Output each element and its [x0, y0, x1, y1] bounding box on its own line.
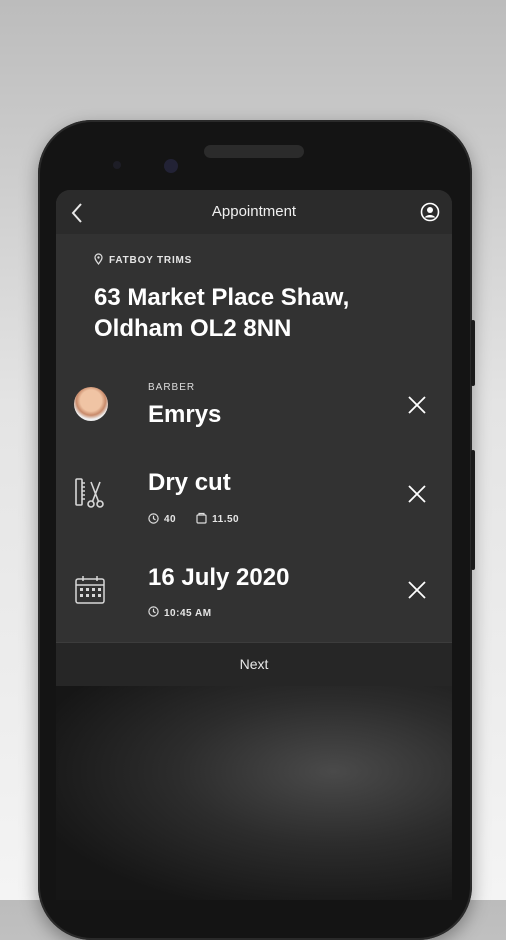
barber-avatar: [74, 387, 108, 421]
page-title: Appointment: [211, 203, 297, 220]
barber-label: BARBER: [148, 382, 196, 393]
remove-service-close-icon[interactable]: [406, 483, 428, 510]
remove-date-close-icon[interactable]: [406, 579, 428, 606]
next-button[interactable]: Next: [56, 642, 452, 687]
service-row[interactable]: Dry cut 40 11.50: [56, 462, 452, 542]
scissors-comb-icon: [74, 476, 106, 515]
location-pin-icon: [94, 253, 103, 268]
shop-name-row: FATBOY TRIMS: [94, 253, 192, 268]
user-profile-icon[interactable]: [420, 202, 440, 227]
service-price: 11.50: [212, 514, 240, 525]
calendar-icon: [74, 575, 106, 610]
front-camera: [164, 159, 178, 173]
sensor-dot: [113, 161, 121, 169]
service-duration: 40: [164, 514, 177, 525]
speaker-grille: [204, 145, 304, 158]
next-button-label: Next: [239, 656, 269, 672]
appointment-time: 10:45 AM: [164, 607, 212, 619]
service-name: Dry cut: [148, 469, 231, 496]
shop-name: FATBOY TRIMS: [109, 255, 193, 266]
clock-icon: [148, 606, 159, 620]
top-app-bar: Appointment: [56, 190, 452, 234]
leather-texture-background: [56, 686, 452, 900]
appointment-date: 16 July 2020: [148, 564, 290, 591]
remove-barber-close-icon[interactable]: [406, 394, 428, 421]
date-row[interactable]: 16 July 2020 10:45 AM: [56, 557, 452, 637]
clock-icon: [148, 512, 159, 527]
power-button: [471, 320, 475, 386]
shop-address: 63 Market Place Shaw, Oldham OL2 8NN: [94, 284, 350, 342]
service-meta: 40 11.50: [148, 512, 239, 527]
barber-name: Emrys: [148, 401, 222, 428]
app-screen: Appointment FATBOY TRIMS 63 Market Place…: [56, 190, 452, 900]
volume-button: [471, 450, 475, 570]
time-meta: 10:45 AM: [148, 606, 212, 620]
price-icon: [196, 512, 207, 527]
barber-row[interactable]: BARBER Emrys: [56, 375, 452, 455]
